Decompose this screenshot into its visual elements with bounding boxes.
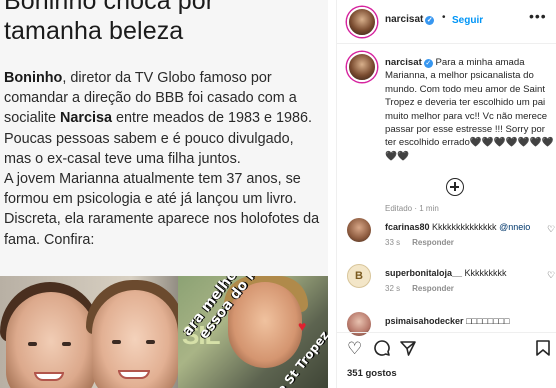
comment-meta: 33 s Responder — [385, 238, 454, 247]
comment-like-icon[interactable]: ♡ — [547, 224, 555, 235]
name-narcisa: Narcisa — [60, 110, 113, 127]
save-icon-glyph — [536, 340, 550, 356]
caption-timestamp: Editado · 1 min — [385, 204, 439, 213]
comment-mention[interactable]: @nneio — [499, 222, 530, 232]
comment-username[interactable]: superbonitaloja__ — [385, 268, 462, 278]
load-more-comments-icon[interactable] — [446, 178, 464, 196]
comment-content: fcarinas80 Kkkkkkkkkkkkkk @nneio — [385, 222, 530, 233]
avatar[interactable]: B — [347, 264, 371, 288]
verified-badge-icon: ✓ — [425, 16, 435, 25]
article-headline: Boninho choca por tamanha beleza — [4, 0, 214, 46]
comment-icon[interactable] — [373, 339, 391, 362]
verified-badge-icon: ✓ — [423, 59, 433, 68]
avatar[interactable] — [347, 52, 377, 82]
name-boninho: Boninho — [4, 70, 63, 86]
save-icon[interactable] — [535, 339, 551, 362]
reply-button[interactable]: Responder — [412, 238, 454, 247]
share-icon-glyph — [400, 341, 416, 356]
post-author-username[interactable]: narcisat ✓ — [385, 14, 435, 25]
caption-text: narcisat ✓ Para a minha amada Marianna, a… — [385, 56, 556, 163]
eye — [146, 340, 155, 344]
post-author-username-text[interactable]: narcisat — [385, 14, 423, 25]
article-photo: SIL ara melhor filha eessoa do mundo e S… — [0, 276, 328, 388]
more-options-icon[interactable]: ••• — [529, 8, 547, 24]
post-actions-bar: ♡ — [337, 332, 556, 362]
separator-dot: • — [442, 12, 446, 23]
comment-text: □□□□□□□□ — [466, 316, 510, 326]
article-paragraph-1: Boninho, diretor da TV Globo famoso por … — [4, 68, 324, 169]
news-article: Boninho choca por tamanha beleza Boninho… — [0, 0, 328, 388]
likes-count[interactable]: 351 gostos — [347, 368, 397, 379]
caption-username[interactable]: narcisat — [385, 57, 422, 68]
story-screenshot: SIL ara melhor filha eessoa do mundo e S… — [178, 276, 328, 388]
comment-item: B superbonitaloja__ Kkkkkkkkk 32 s Respon… — [347, 264, 555, 300]
comment-content: superbonitaloja__ Kkkkkkkkk — [385, 268, 507, 279]
comment-text: Kkkkkkkkk — [464, 268, 507, 278]
comment-item: fcarinas80 Kkkkkkkkkkkkkk @nneio 33 s Res… — [347, 218, 555, 254]
headline-line-2: tamanha beleza — [4, 17, 184, 45]
article-paragraph-2: A jovem Marianna atualmente tem 37 anos,… — [4, 171, 320, 248]
caption-body: Para a minha amada Marianna, a melhor ps… — [385, 57, 554, 162]
comment-username[interactable]: psimaisahodecker — [385, 316, 464, 326]
comment-text: Kkkkkkkkkkkkkk — [432, 222, 497, 232]
avatar[interactable] — [347, 218, 371, 242]
article-body: Boninho, diretor da TV Globo famoso por … — [4, 68, 324, 250]
follow-button[interactable]: Seguir — [452, 15, 483, 26]
headline-line-1: Boninho choca por — [4, 0, 215, 15]
eye — [28, 342, 37, 346]
eye — [62, 342, 71, 346]
comment-time: 32 s — [385, 284, 401, 293]
heart-icon[interactable]: ♡ — [347, 339, 362, 359]
comment-like-icon[interactable]: ♡ — [547, 270, 555, 281]
instagram-post-panel: narcisat ✓ • Seguir ••• narcisat ✓ Para a … — [336, 0, 556, 388]
avatar[interactable] — [347, 7, 377, 37]
comment-icon-glyph — [374, 340, 390, 356]
comment-content: psimaisahodecker □□□□□□□□ — [385, 316, 510, 327]
comment-meta: 32 s Responder — [385, 284, 454, 293]
eye — [112, 340, 121, 344]
comment-username[interactable]: fcarinas80 — [385, 222, 430, 232]
person-1-smile — [34, 372, 64, 381]
comment-time: 33 s — [385, 238, 401, 247]
share-icon[interactable] — [399, 339, 417, 362]
reply-button[interactable]: Responder — [412, 284, 454, 293]
heart-emoji-icon: ♥ — [298, 318, 307, 334]
post-header: narcisat ✓ • Seguir ••• — [337, 0, 556, 44]
person-2-smile — [118, 370, 150, 379]
